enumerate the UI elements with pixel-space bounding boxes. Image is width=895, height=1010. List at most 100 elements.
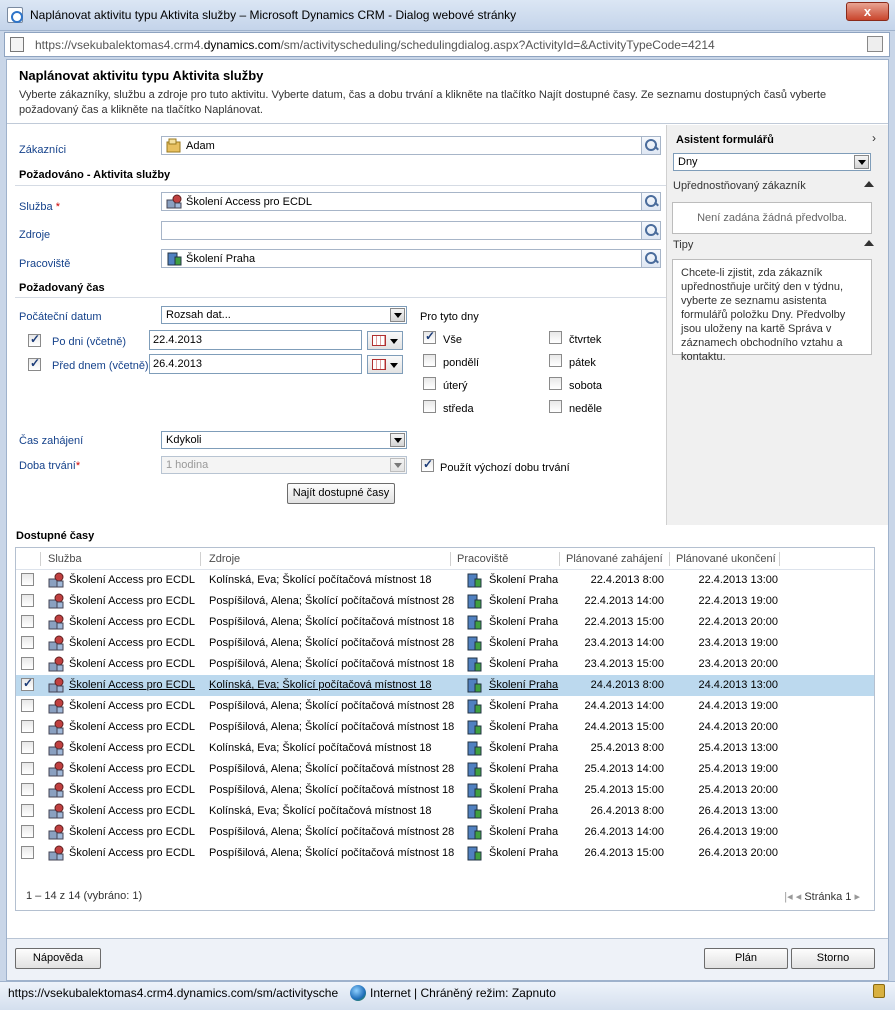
column-start[interactable]: Plánované zahájení (566, 553, 663, 565)
row-service: Školení Access pro ECDL (69, 826, 195, 838)
row-start: 26.4.2013 15:00 (584, 847, 664, 859)
after-date-checkbox[interactable] (28, 332, 41, 347)
table-row[interactable]: Školení Access pro ECDL Pospíšilová, Alen… (16, 696, 874, 717)
row-service: Školení Access pro ECDL (69, 805, 195, 817)
start-time-select[interactable]: Kdykoli (161, 431, 407, 449)
resources-lookup[interactable] (161, 221, 661, 240)
default-duration-checkbox[interactable] (421, 457, 434, 472)
customers-lookup[interactable]: Adam (161, 136, 661, 155)
collapse-icon[interactable] (864, 181, 874, 187)
collapse-icon[interactable] (864, 240, 874, 246)
start-date-select[interactable]: Rozsah dat... (161, 306, 407, 324)
day-sat-checkbox[interactable] (549, 377, 562, 390)
service-lookup-button[interactable] (641, 193, 660, 210)
chevron-right-icon[interactable]: › (872, 131, 876, 145)
after-date-input[interactable]: 22.4.2013 (149, 330, 362, 350)
day-tue-checkbox[interactable] (423, 377, 436, 390)
before-date-input[interactable]: 26.4.2013 (149, 354, 362, 374)
table-row[interactable]: Školení Access pro ECDL Kolínská, Eva; Šk… (16, 801, 874, 822)
row-checkbox[interactable] (21, 636, 34, 649)
site-lookup[interactable]: Školení Praha (161, 249, 661, 268)
row-site[interactable]: Školení Praha (489, 679, 558, 691)
row-site: Školení Praha (489, 826, 559, 838)
row-start: 24.4.2013 8:00 (590, 679, 664, 691)
table-row[interactable]: Školení Access pro ECDL Pospíšilová, Alen… (16, 759, 874, 780)
help-button[interactable]: Nápověda (15, 948, 101, 969)
day-all-checkbox[interactable] (423, 329, 436, 344)
row-end: 25.4.2013 19:00 (698, 763, 778, 775)
first-page-icon[interactable]: |◂ (784, 891, 792, 903)
day-wed-checkbox[interactable] (423, 400, 436, 413)
chevron-down-icon[interactable] (390, 308, 405, 322)
close-button[interactable]: x (846, 2, 889, 21)
site-lookup-button[interactable] (641, 250, 660, 267)
site-value: Školení Praha (186, 253, 256, 265)
assistant-select[interactable]: Dny (673, 153, 871, 171)
before-date-calendar-button[interactable] (367, 355, 403, 374)
row-checkbox[interactable] (21, 846, 34, 859)
table-row[interactable]: Školení Access pro ECDL Pospíšilová, Alen… (16, 633, 874, 654)
service-value: Školení Access pro ECDL (186, 196, 312, 208)
day-mon-checkbox[interactable] (423, 354, 436, 367)
resources-lookup-button[interactable] (641, 222, 660, 239)
row-checkbox[interactable] (21, 720, 34, 733)
row-checkbox[interactable] (21, 699, 34, 712)
address-bar[interactable]: https://vsekubalektomas4.crm4.dynamics.c… (4, 32, 890, 57)
service-lookup[interactable]: Školení Access pro ECDL (161, 192, 661, 211)
chevron-down-icon[interactable] (390, 433, 405, 447)
table-row[interactable]: Školení Access pro ECDL Pospíšilová, Alen… (16, 717, 874, 738)
site-icon (466, 635, 482, 651)
day-fri-checkbox[interactable] (549, 354, 562, 367)
chevron-down-icon[interactable] (854, 155, 869, 169)
available-times-title: Dostupné časy (16, 530, 95, 542)
row-service[interactable]: Školení Access pro ECDL (69, 679, 195, 691)
row-resources[interactable]: Kolínská, Eva; Školící počítačová místno… (209, 679, 432, 691)
compatibility-icon[interactable] (867, 36, 883, 52)
row-checkbox[interactable] (21, 676, 34, 691)
row-checkbox[interactable] (21, 741, 34, 754)
table-row[interactable]: Školení Access pro ECDL Kolínská, Eva; Šk… (16, 570, 874, 591)
row-site: Školení Praha (489, 763, 559, 775)
before-date-checkbox[interactable] (28, 356, 41, 371)
table-row[interactable]: Školení Access pro ECDL Pospíšilová, Alen… (16, 591, 874, 612)
next-page-icon[interactable]: ▸ (854, 891, 860, 903)
row-checkbox[interactable] (21, 573, 34, 586)
row-checkbox[interactable] (21, 657, 34, 670)
row-checkbox[interactable] (21, 594, 34, 607)
table-row[interactable]: Školení Access pro ECDL Pospíšilová, Alen… (16, 822, 874, 843)
resources-label: Zdroje (19, 229, 51, 241)
table-row[interactable]: Školení Access pro ECDL Pospíšilová, Alen… (16, 780, 874, 801)
previous-page-icon[interactable]: ◂ (796, 891, 802, 903)
plan-button[interactable]: Plán (704, 948, 788, 969)
service-icon (48, 656, 64, 672)
site-icon (466, 824, 482, 840)
service-icon (48, 824, 64, 840)
find-available-times-button[interactable]: Najít dostupné časy (287, 483, 395, 504)
row-checkbox[interactable] (21, 615, 34, 628)
column-site[interactable]: Pracoviště (457, 553, 508, 565)
address-url[interactable]: https://vsekubalektomas4.crm4.dynamics.c… (35, 38, 715, 52)
column-service[interactable]: Služba (48, 553, 82, 565)
start-date-label: Počáteční datum (19, 311, 102, 323)
customers-lookup-button[interactable] (641, 137, 660, 154)
row-checkbox[interactable] (21, 804, 34, 817)
column-end[interactable]: Plánované ukončení (676, 553, 776, 565)
cancel-button[interactable]: Storno (791, 948, 875, 969)
row-start: 23.4.2013 15:00 (584, 658, 664, 670)
table-row[interactable]: Školení Access pro ECDL Pospíšilová, Alen… (16, 612, 874, 633)
row-resources: Pospíšilová, Alena; Školící počítačová m… (209, 595, 455, 607)
row-checkbox[interactable] (21, 762, 34, 775)
day-sun-checkbox[interactable] (549, 400, 562, 413)
column-separator (40, 552, 41, 566)
days-label: Pro tyto dny (420, 311, 479, 323)
day-thu-checkbox[interactable] (549, 331, 562, 344)
column-resources[interactable]: Zdroje (209, 553, 240, 565)
table-row[interactable]: Školení Access pro ECDL Kolínská, Eva; Šk… (16, 738, 874, 759)
row-checkbox[interactable] (21, 783, 34, 796)
row-end: 22.4.2013 19:00 (698, 595, 778, 607)
after-date-calendar-button[interactable] (367, 331, 403, 350)
table-row[interactable]: Školení Access pro ECDL Pospíšilová, Alen… (16, 654, 874, 675)
row-checkbox[interactable] (21, 825, 34, 838)
table-row[interactable]: Školení Access pro ECDL Pospíšilová, Alen… (16, 843, 874, 864)
table-row[interactable]: Školení Access pro ECDL Kolínská, Eva; Šk… (16, 675, 874, 696)
